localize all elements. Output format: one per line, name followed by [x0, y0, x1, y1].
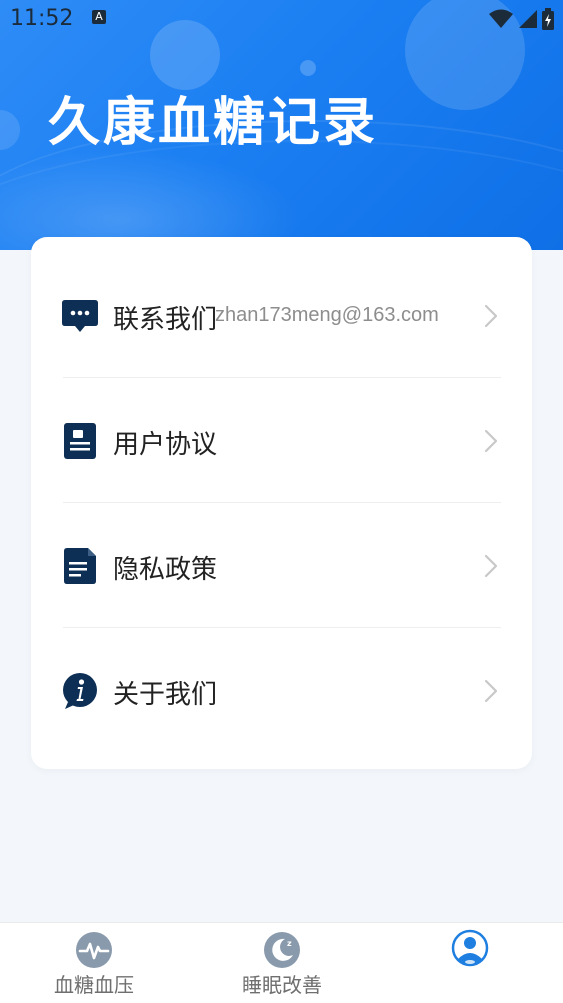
- menu-item-label: 关于我们: [113, 680, 218, 710]
- info-icon: [63, 673, 97, 709]
- menu-item-about-us[interactable]: 关于我们: [31, 628, 532, 753]
- menu-item-contact[interactable]: 联系我们 zhan173meng@163.com: [31, 253, 532, 378]
- chevron-right-icon: [484, 679, 498, 703]
- contact-email: zhan173meng@163.com: [215, 304, 439, 326]
- status-bar: 11:52 A: [0, 0, 563, 38]
- tab-label: 睡眠改善: [242, 973, 322, 997]
- chat-bubble-icon: [62, 300, 98, 332]
- menu-item-label: 隐私政策: [113, 555, 218, 585]
- bottom-tab-bar: 血糖血压 z 睡眠改善: [0, 922, 563, 1003]
- header-decoration: [300, 60, 316, 76]
- header-decoration: [0, 110, 20, 150]
- menu-item-user-agreement[interactable]: 用户协议: [31, 378, 532, 503]
- menu-card: 联系我们 zhan173meng@163.com 用户协议 隐私政策 关于我们: [31, 237, 532, 769]
- tab-blood-glucose[interactable]: 血糖血压: [0, 923, 188, 1003]
- menu-item-privacy-policy[interactable]: 隐私政策: [31, 503, 532, 628]
- document-icon: [64, 423, 96, 459]
- chevron-right-icon: [484, 304, 498, 328]
- chevron-right-icon: [484, 554, 498, 578]
- wifi-icon: [489, 9, 513, 28]
- notification-badge: A: [92, 10, 106, 24]
- status-time: 11:52: [10, 6, 74, 31]
- header-banner: 11:52 A 久康血糖记录: [0, 0, 563, 250]
- menu-item-label: 用户协议: [113, 430, 218, 460]
- svg-text:z: z: [287, 939, 292, 948]
- app-title: 久康血糖记录: [48, 93, 379, 153]
- tab-label: 血糖血压: [54, 973, 134, 997]
- policy-document-icon: [64, 548, 96, 584]
- user-profile-icon: [451, 929, 489, 967]
- chevron-right-icon: [484, 429, 498, 453]
- moon-icon: z: [264, 932, 300, 968]
- menu-item-label: 联系我们: [113, 305, 218, 335]
- signal-icon: [519, 10, 537, 28]
- pulse-icon: [76, 932, 112, 968]
- status-icons: [489, 8, 555, 30]
- tab-sleep[interactable]: z 睡眠改善: [188, 923, 376, 1003]
- tab-profile[interactable]: [376, 923, 563, 1003]
- battery-icon: [542, 8, 554, 30]
